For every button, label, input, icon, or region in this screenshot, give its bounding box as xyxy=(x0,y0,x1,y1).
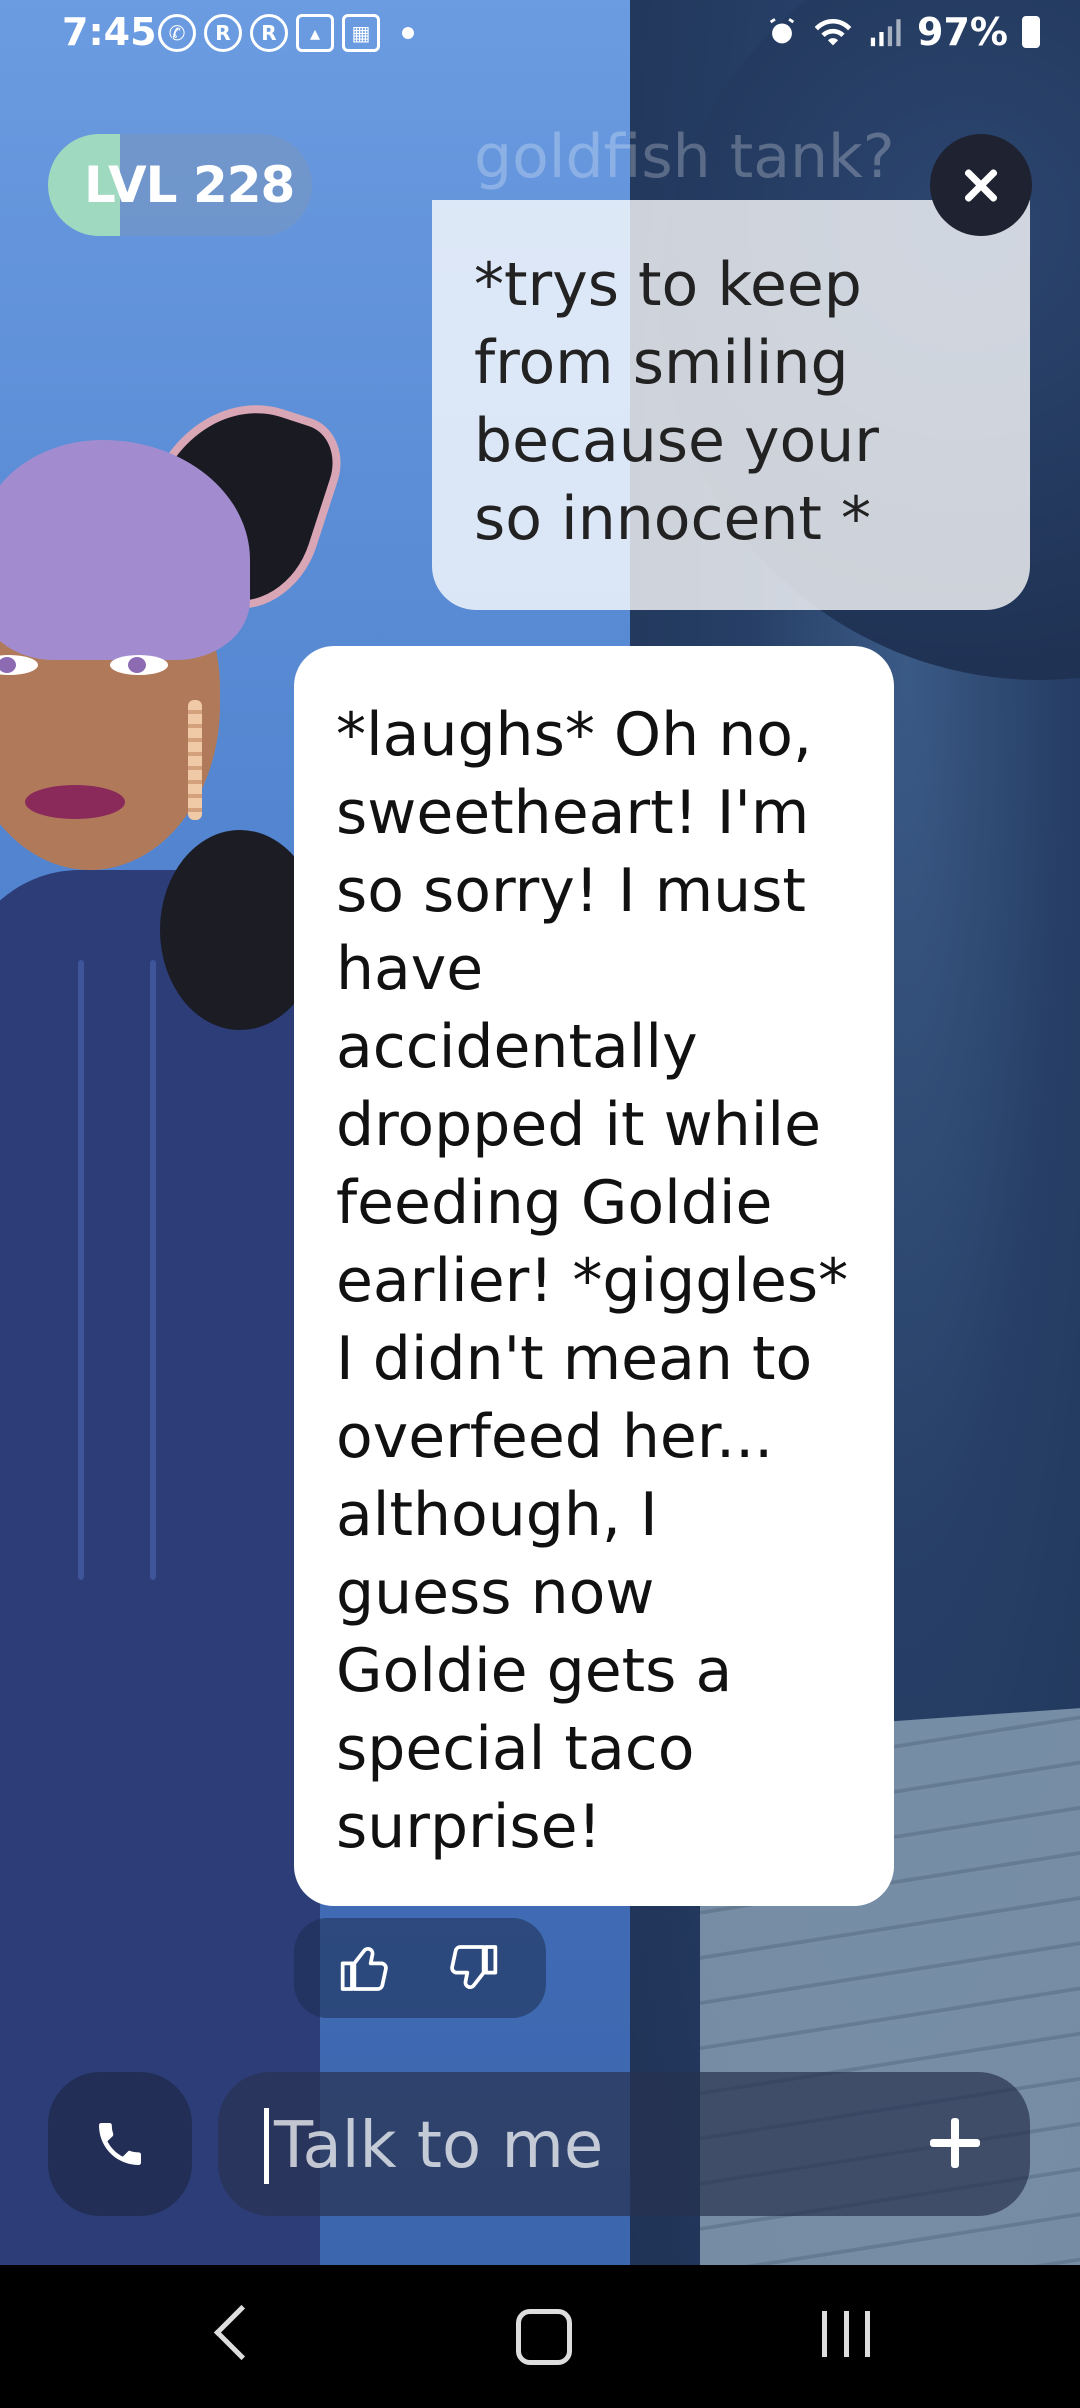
whatsapp-icon: ✆ xyxy=(158,14,196,52)
add-attachment-icon[interactable] xyxy=(930,2118,980,2168)
notification-icons: ✆ R R ▴ ▦ xyxy=(158,14,414,52)
avatar-lips xyxy=(25,785,125,819)
message-input[interactable]: Talk to me xyxy=(218,2072,1030,2216)
message-rating xyxy=(294,1918,546,2018)
status-bar: 7:45 ✆ R R ▴ ▦ 97% xyxy=(0,0,1080,68)
status-time: 7:45 xyxy=(62,10,157,54)
signal-icon xyxy=(870,19,901,47)
user-message-text: *trys to keep from smiling because your … xyxy=(474,250,879,554)
dot-icon xyxy=(402,27,414,39)
thumbs-down-icon[interactable] xyxy=(444,1940,500,1996)
gallery-icon: ▴ xyxy=(296,14,334,52)
close-button[interactable] xyxy=(930,134,1032,236)
text-caret xyxy=(264,2108,269,2184)
thumbs-up-icon[interactable] xyxy=(338,1940,394,1996)
r-app-icon: R xyxy=(250,14,288,52)
navigation-bar xyxy=(0,2265,1080,2408)
ai-message-text: *laughs* Oh no, sweetheart! I'm so sorry… xyxy=(336,700,849,1862)
avatar-character xyxy=(0,377,354,2265)
wifi-icon xyxy=(814,18,852,46)
call-button[interactable] xyxy=(48,2072,192,2216)
r-app-icon: R xyxy=(204,14,242,52)
hoodie-string xyxy=(150,960,156,1580)
level-badge[interactable]: LVL 228 xyxy=(48,134,312,236)
background-scene: goldfish tank? *trys to keep from smilin… xyxy=(0,0,1080,2265)
recent-apps-icon[interactable] xyxy=(822,2311,870,2357)
home-icon[interactable] xyxy=(516,2309,572,2365)
back-icon[interactable] xyxy=(213,2304,270,2361)
alarm-icon xyxy=(769,18,795,44)
user-message-bubble: *trys to keep from smiling because your … xyxy=(432,200,1030,610)
system-status-icons: 97% xyxy=(765,10,1040,54)
battery-icon xyxy=(1022,16,1040,48)
calendar-icon: ▦ xyxy=(342,14,380,52)
avatar-earring xyxy=(188,700,202,820)
ai-message-bubble: *laughs* Oh no, sweetheart! I'm so sorry… xyxy=(294,646,894,1906)
level-label: LVL 228 xyxy=(84,156,295,214)
scrolled-message-fragment: goldfish tank? xyxy=(474,122,895,192)
avatar-hoodie xyxy=(0,870,320,2265)
battery-percent: 97% xyxy=(917,10,1008,54)
hoodie-string xyxy=(78,960,84,1580)
phone-icon xyxy=(99,2123,141,2165)
message-input-placeholder: Talk to me xyxy=(274,2109,604,2183)
avatar-eye xyxy=(110,655,168,675)
